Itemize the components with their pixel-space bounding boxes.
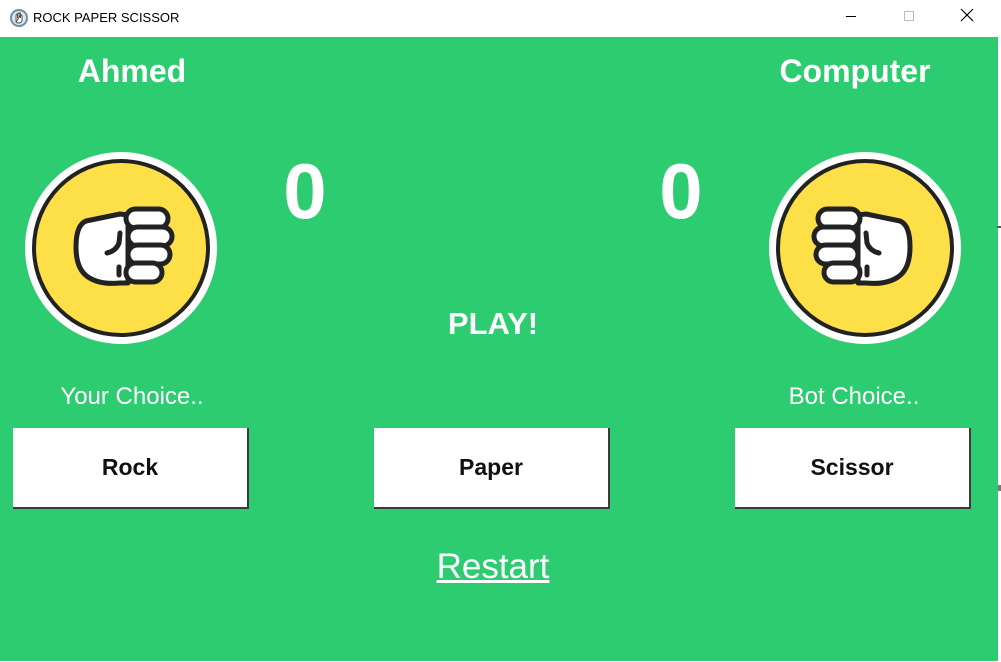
- close-button[interactable]: [944, 0, 990, 35]
- edge-mark: [997, 226, 1001, 228]
- minimize-button[interactable]: [828, 0, 874, 35]
- paper-button[interactable]: Paper: [374, 428, 610, 509]
- player-name: Ahmed: [77, 53, 187, 89]
- maximize-icon: [903, 9, 915, 27]
- restart-link[interactable]: Restart: [393, 547, 593, 587]
- minimize-icon: [845, 9, 857, 27]
- computer-score: 0: [659, 147, 703, 235]
- rock-fist-icon: [24, 151, 218, 345]
- game-status: PLAY!: [447, 306, 539, 341]
- your-choice-label: Your Choice..: [60, 383, 204, 410]
- hand-app-icon: [9, 8, 29, 28]
- scissor-button[interactable]: Scissor: [735, 428, 971, 509]
- maximize-button[interactable]: [886, 0, 932, 35]
- bot-choice-label: Bot Choice..: [788, 383, 920, 410]
- player-score: 0: [283, 147, 327, 235]
- rock-button[interactable]: Rock: [13, 428, 249, 509]
- rock-fist-icon: [768, 151, 962, 345]
- title-bar: ROCK PAPER SCISSOR: [0, 0, 1001, 37]
- close-icon: [960, 8, 974, 27]
- window-title: ROCK PAPER SCISSOR: [33, 10, 180, 25]
- computer-name: Computer: [779, 53, 931, 89]
